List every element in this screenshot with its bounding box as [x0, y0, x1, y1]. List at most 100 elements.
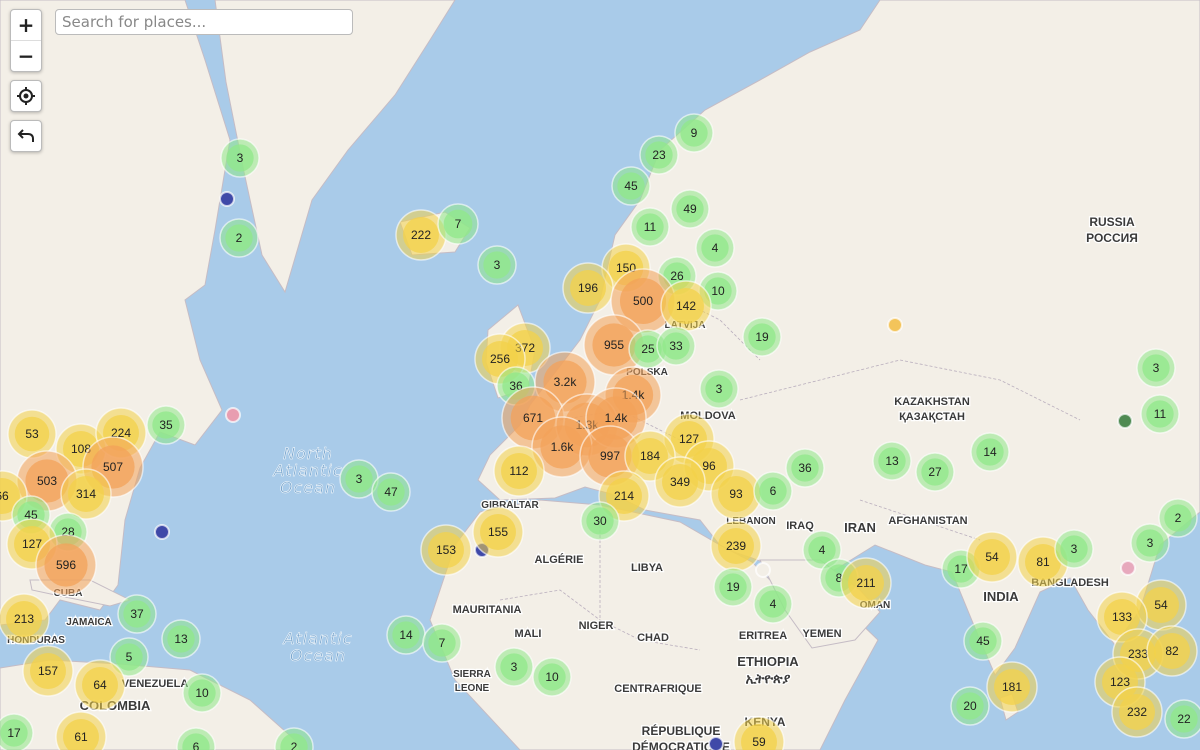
zoom-out-button[interactable]: − [11, 40, 41, 71]
cluster-marker[interactable]: 19 [713, 567, 753, 607]
point-marker[interactable] [887, 317, 903, 333]
cluster-marker[interactable]: 45 [963, 621, 1003, 661]
cluster-marker[interactable]: 3 [699, 369, 739, 409]
cluster-count: 500 [633, 294, 653, 308]
cluster-marker[interactable]: 155 [472, 506, 524, 558]
cluster-count: 54 [985, 550, 999, 564]
cluster-marker[interactable]: 2 [1158, 498, 1198, 538]
cluster-marker[interactable]: 3 [1136, 348, 1176, 388]
afghanistan-label: AFGHANISTAN [888, 515, 967, 527]
cluster-marker[interactable]: 11 [1140, 394, 1180, 434]
cluster-count: 503 [37, 474, 57, 488]
cluster-marker[interactable]: 49 [670, 189, 710, 229]
cluster-marker[interactable]: 3 [477, 245, 517, 285]
point-marker[interactable] [1117, 413, 1133, 429]
cluster-marker[interactable]: 20 [950, 686, 990, 726]
cluster-marker[interactable]: 7 [422, 623, 462, 663]
cluster-marker[interactable]: 35 [146, 405, 186, 445]
cluster-count: 2 [1175, 511, 1182, 525]
cluster-marker[interactable]: 3 [494, 647, 534, 687]
cluster-count: 11 [644, 220, 657, 234]
locate-button[interactable] [11, 81, 41, 111]
cluster-marker[interactable]: 181 [986, 661, 1038, 713]
cluster-marker[interactable]: 36 [785, 448, 825, 488]
cluster-count: 6 [770, 484, 777, 498]
cluster-marker[interactable]: 23 [639, 135, 679, 175]
cluster-marker[interactable]: 37 [117, 594, 157, 634]
cluster-count: 11 [1154, 407, 1167, 421]
point-marker[interactable] [1120, 560, 1136, 576]
cluster-count: 17 [954, 562, 968, 576]
point-marker[interactable] [154, 524, 170, 540]
cluster-marker[interactable]: 14 [386, 615, 426, 655]
point-marker[interactable] [708, 736, 724, 750]
cluster-marker[interactable]: 64 [74, 659, 126, 711]
cluster-count: 10 [545, 670, 559, 684]
cluster-marker[interactable]: 4 [695, 228, 735, 268]
point-marker[interactable] [225, 407, 241, 423]
cluster-count: 3 [716, 382, 723, 396]
libya-label: LIBYA [631, 562, 663, 574]
cluster-count: 27 [928, 465, 942, 479]
back-button[interactable] [11, 121, 41, 151]
cluster-marker[interactable]: 157 [22, 645, 74, 697]
cluster-marker[interactable]: 142 [660, 280, 712, 332]
zoom-in-button[interactable]: + [11, 10, 41, 40]
cluster-marker[interactable]: 22 [1164, 699, 1200, 739]
cluster-marker[interactable]: 27 [915, 452, 955, 492]
cluster-marker[interactable]: 112 [493, 445, 545, 497]
cluster-marker[interactable]: 314 [60, 468, 112, 520]
cluster-marker[interactable]: 45 [611, 166, 651, 206]
cluster-count: 127 [22, 537, 42, 551]
cluster-marker[interactable]: 213 [0, 593, 50, 645]
point-marker[interactable] [219, 191, 235, 207]
cluster-marker[interactable]: 82 [1146, 625, 1198, 677]
cluster-marker[interactable]: 7 [437, 203, 479, 245]
cluster-marker[interactable]: 2 [219, 218, 259, 258]
cluster-marker[interactable]: 3 [220, 138, 260, 178]
cluster-marker[interactable]: 11 [630, 207, 670, 247]
cluster-marker[interactable]: 54 [966, 531, 1018, 583]
cluster-marker[interactable]: 349 [654, 456, 706, 508]
cluster-marker[interactable]: 33 [656, 326, 696, 366]
cluster-marker[interactable]: 47 [371, 472, 411, 512]
cluster-marker[interactable]: 30 [580, 501, 620, 541]
cluster-marker[interactable]: 3 [1054, 529, 1094, 569]
yemen-label: YEMEN [802, 628, 841, 640]
cluster-marker[interactable]: 211 [840, 557, 892, 609]
cluster-marker[interactable]: 10 [532, 657, 572, 697]
cluster-marker[interactable]: 6 [753, 471, 793, 511]
cluster-marker[interactable]: 239 [710, 520, 762, 572]
atlantic-label: Atlantic Ocean [282, 629, 352, 665]
cluster-count: 36 [798, 461, 812, 475]
cluster-marker[interactable]: 4 [753, 584, 793, 624]
cluster-count: 37 [130, 607, 144, 621]
cluster-count: 213 [14, 612, 34, 626]
world-map[interactable]: North Atlantic OceanAtlantic Ocean RUSSIA РО… [0, 0, 1200, 750]
cluster-count: 33 [669, 339, 683, 353]
cluster-count: 13 [885, 454, 899, 468]
cluster-count: 54 [1154, 598, 1168, 612]
cluster-marker[interactable]: 14 [970, 432, 1010, 472]
cluster-count: 1.4k [605, 411, 629, 425]
cluster-marker[interactable]: 596 [35, 534, 97, 596]
cluster-count: 9 [691, 126, 698, 140]
cluster-count: 239 [726, 539, 746, 553]
cluster-marker[interactable]: 13 [161, 619, 201, 659]
cluster-marker[interactable]: 17 [0, 713, 34, 750]
cluster-count: 96 [702, 459, 716, 473]
chad-label: CHAD [637, 632, 669, 644]
point-marker[interactable] [755, 562, 771, 578]
cluster-marker[interactable]: 9 [674, 113, 714, 153]
centrafrique-label: CENTRAFRIQUE [614, 683, 701, 695]
search-input[interactable] [55, 9, 353, 35]
cluster-marker[interactable]: 153 [420, 524, 472, 576]
cluster-marker[interactable]: 196 [562, 262, 614, 314]
cluster-marker[interactable]: 19 [742, 317, 782, 357]
cluster-marker[interactable]: 232 [1111, 686, 1163, 738]
cluster-count: 59 [752, 735, 766, 749]
mali-label: MALI [515, 628, 542, 640]
cluster-marker[interactable]: 13 [872, 441, 912, 481]
cluster-count: 3 [511, 660, 518, 674]
cluster-marker[interactable]: 10 [182, 673, 222, 713]
